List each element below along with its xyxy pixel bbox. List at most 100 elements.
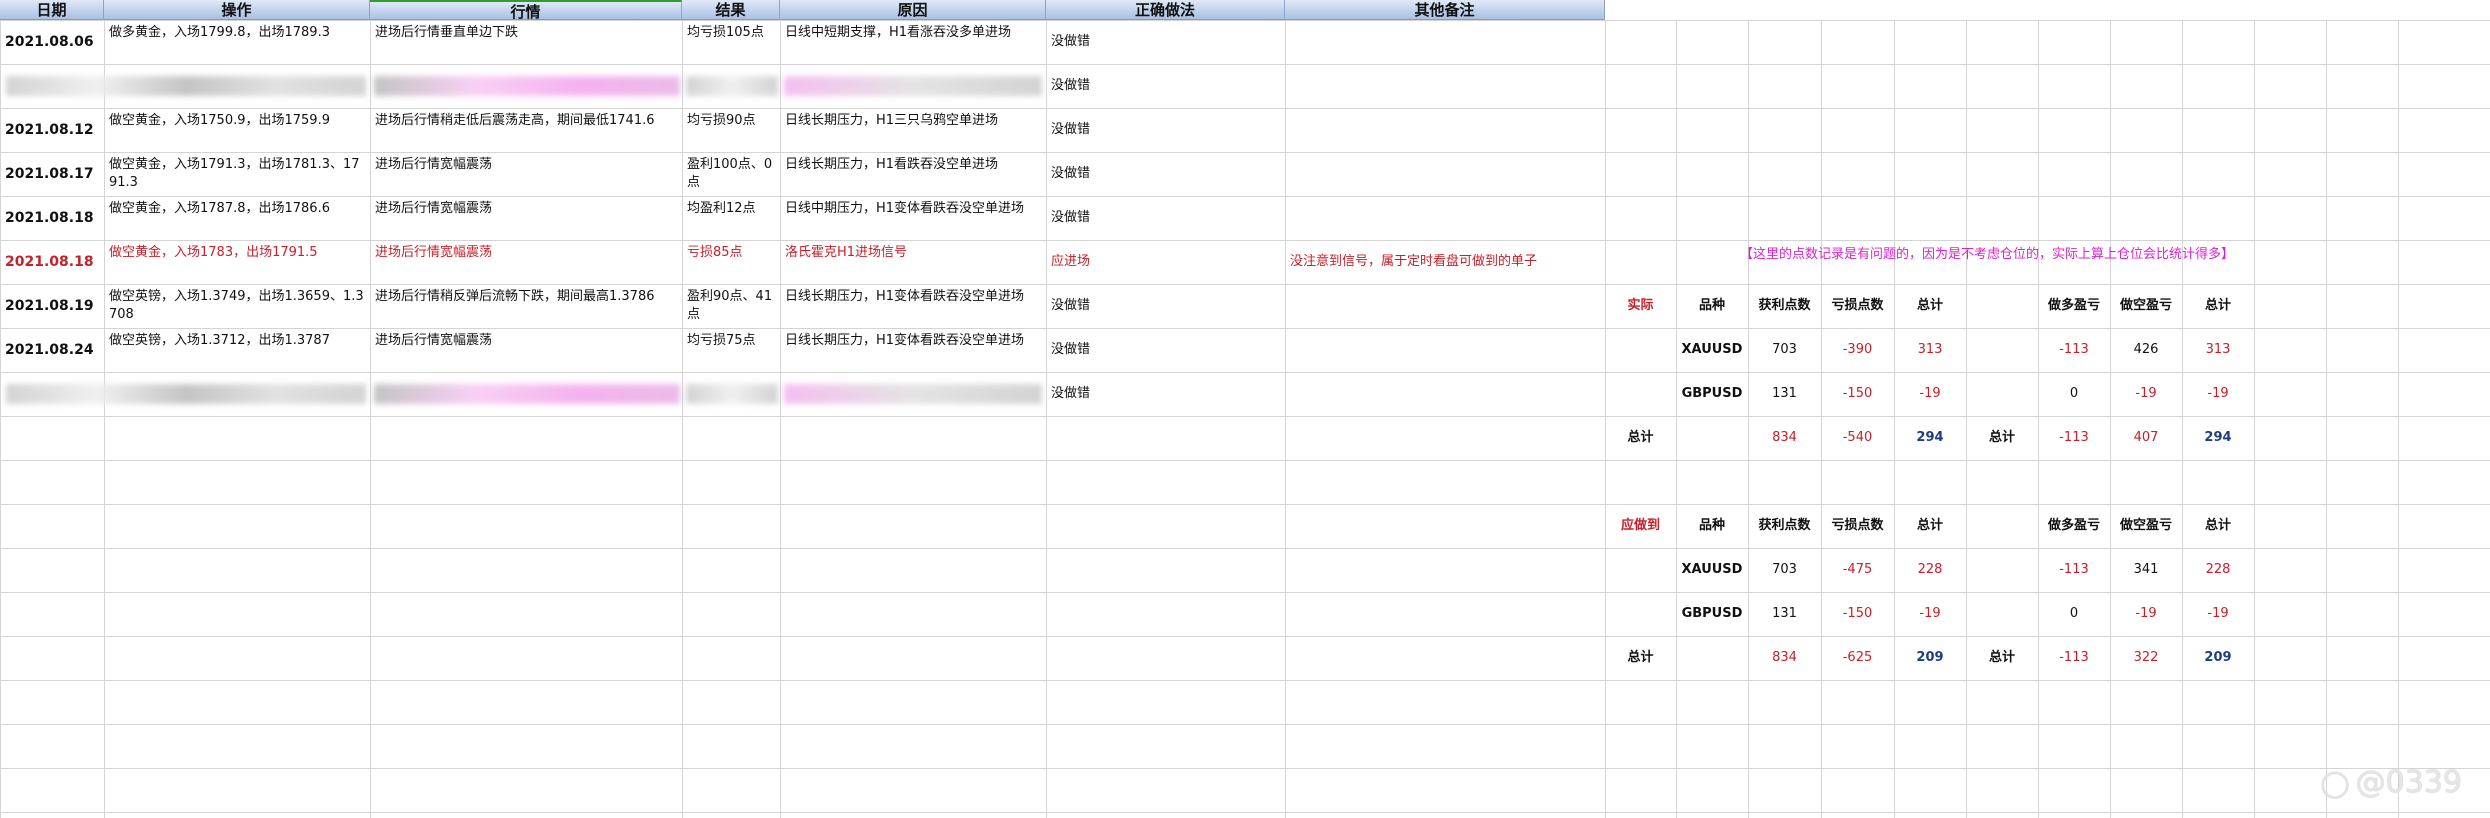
cell-result[interactable]: 均亏损105点 — [687, 24, 777, 62]
summary-header: 做多盈亏 — [2047, 518, 2100, 533]
summary-cell: -113 — [2059, 342, 2089, 357]
column-gridline — [1966, 0, 1967, 818]
summary-total-cell: -113 — [2059, 430, 2089, 445]
cell-date[interactable]: 2021.08.19 — [5, 288, 101, 326]
row-gridline — [0, 416, 2490, 417]
column-gridline — [1676, 0, 1677, 818]
cell-op[interactable]: 做空英镑，入场1.3712，出场1.3787 — [109, 332, 367, 370]
summary-cell: -390 — [1842, 342, 1873, 357]
cell-result[interactable]: 均盈利12点 — [687, 200, 777, 238]
cell-result[interactable]: 亏损85点 — [687, 244, 777, 282]
cell-op[interactable]: 做多黄金，入场1799.8，出场1789.3 — [109, 24, 367, 62]
column-gridline — [0, 0, 1, 818]
cell-date[interactable]: 2021.08.17 — [5, 156, 101, 194]
column-gridline — [1046, 0, 1047, 818]
cell-reason[interactable]: 日线中期压力，H1变体看跌吞没空单进场 — [785, 200, 1043, 238]
row-gridline — [0, 196, 2490, 197]
summary-cell: 131 — [1772, 386, 1797, 401]
column-header[interactable]: 其他备注 — [1285, 0, 1605, 20]
summary-cell: GBPUSD — [1681, 606, 1743, 621]
column-header-blank[interactable] — [1605, 0, 2490, 20]
cell-note[interactable] — [1290, 68, 1602, 106]
row-gridline — [0, 240, 2490, 241]
cell-correct[interactable]: 没做错 — [1051, 288, 1282, 326]
cell-op[interactable]: 做空黄金，入场1750.9，出场1759.9 — [109, 112, 367, 150]
cell-note[interactable] — [1290, 332, 1602, 370]
summary-label: 应做到 — [1620, 518, 1660, 533]
redacted-block — [784, 76, 1042, 96]
summary-cell: 228 — [2205, 562, 2231, 577]
cell-date[interactable]: 2021.08.24 — [5, 332, 101, 370]
cell-market[interactable]: 进场后行情宽幅震荡 — [375, 200, 679, 238]
row-gridline — [0, 592, 2490, 593]
summary-header: 亏损点数 — [1831, 298, 1884, 313]
summary-cell: -19 — [1919, 606, 1941, 621]
watermark-text: @0339 — [2355, 765, 2462, 800]
cell-correct[interactable]: 没做错 — [1051, 332, 1282, 370]
cell-op[interactable]: 做空黄金，入场1791.3，出场1781.3、1791.3 — [109, 156, 367, 194]
summary-cell: 703 — [1772, 342, 1797, 357]
cell-note[interactable] — [1290, 376, 1602, 414]
summary-header: 获利点数 — [1758, 518, 1811, 533]
cell-reason[interactable]: 日线长期压力，H1变体看跌吞没空单进场 — [785, 288, 1043, 326]
cell-reason[interactable]: 洛氏霍克H1进场信号 — [785, 244, 1043, 282]
column-header[interactable]: 正确做法 — [1046, 0, 1285, 20]
cell-note[interactable] — [1290, 24, 1602, 62]
cell-reason[interactable]: 日线长期压力，H1变体看跌吞没空单进场 — [785, 332, 1043, 370]
cell-correct[interactable]: 没做错 — [1051, 68, 1282, 106]
summary-total-cell: 407 — [2133, 430, 2159, 445]
cell-reason[interactable]: 日线中短期支撑，H1看涨吞没多单进场 — [785, 24, 1043, 62]
summary-cell: 703 — [1772, 562, 1797, 577]
cell-market[interactable]: 进场后行情垂直单边下跌 — [375, 24, 679, 62]
cell-market[interactable]: 进场后行情宽幅震荡 — [375, 332, 679, 370]
column-gridline — [2182, 0, 2183, 818]
cell-note[interactable] — [1290, 200, 1602, 238]
column-gridline — [682, 0, 683, 818]
cell-market[interactable]: 进场后行情稍走低后震荡走高，期间最低1741.6 — [375, 112, 679, 150]
cell-reason[interactable]: 日线长期压力，H1看跌吞没空单进场 — [785, 156, 1043, 194]
cell-correct[interactable]: 没做错 — [1051, 200, 1282, 238]
column-header[interactable]: 操作 — [104, 0, 370, 20]
column-gridline — [1821, 0, 1822, 818]
column-gridline — [2398, 0, 2399, 818]
column-header[interactable]: 结果 — [682, 0, 780, 20]
cell-correct[interactable]: 没做错 — [1051, 24, 1282, 62]
summary-total-cell: -113 — [2059, 650, 2089, 665]
cell-market[interactable]: 进场后行情宽幅震荡 — [375, 156, 679, 194]
row-gridline — [0, 636, 2490, 637]
row-gridline — [0, 680, 2490, 681]
summary-header: 做空盈亏 — [2119, 298, 2172, 313]
row-gridline — [0, 64, 2490, 65]
row-gridline — [0, 152, 2490, 153]
summary-cell: 131 — [1772, 606, 1797, 621]
cell-correct[interactable]: 没做错 — [1051, 112, 1282, 150]
cell-market[interactable]: 进场后行情宽幅震荡 — [375, 244, 679, 282]
cell-result[interactable]: 盈利100点、0点 — [687, 156, 777, 194]
cell-reason[interactable]: 日线长期压力，H1三只乌鸦空单进场 — [785, 112, 1043, 150]
cell-result[interactable]: 盈利90点、41点 — [687, 288, 777, 326]
cell-date[interactable]: 2021.08.18 — [5, 244, 101, 282]
cell-op[interactable]: 做空英镑，入场1.3749，出场1.3659、1.3708 — [109, 288, 367, 326]
summary-cell: -19 — [2207, 606, 2229, 621]
cell-note[interactable] — [1290, 288, 1602, 326]
cell-date[interactable]: 2021.08.18 — [5, 200, 101, 238]
column-header[interactable]: 行情 — [370, 0, 682, 21]
cell-correct[interactable]: 应进场 — [1051, 244, 1282, 282]
cell-correct[interactable]: 没做错 — [1051, 156, 1282, 194]
redacted-block — [686, 76, 778, 96]
cell-note[interactable]: 没注意到信号，属于定时看盘可做到的单子 — [1290, 244, 1602, 282]
column-header[interactable]: 日期 — [0, 0, 104, 20]
summary-cell: 0 — [2069, 606, 2079, 621]
cell-result[interactable]: 均亏损75点 — [687, 332, 777, 370]
summary-cell: 313 — [1917, 342, 1943, 357]
cell-market[interactable]: 进场后行情稍反弹后流畅下跌，期间最高1.3786 — [375, 288, 679, 326]
column-header[interactable]: 原因 — [780, 0, 1046, 20]
cell-result[interactable]: 均亏损90点 — [687, 112, 777, 150]
cell-date[interactable]: 2021.08.06 — [5, 24, 101, 62]
cell-note[interactable] — [1290, 112, 1602, 150]
cell-op[interactable]: 做空黄金，入场1787.8，出场1786.6 — [109, 200, 367, 238]
cell-note[interactable] — [1290, 156, 1602, 194]
cell-date[interactable]: 2021.08.12 — [5, 112, 101, 150]
cell-correct[interactable]: 没做错 — [1051, 376, 1282, 414]
cell-op[interactable]: 做空黄金，入场1783，出场1791.5 — [109, 244, 367, 282]
